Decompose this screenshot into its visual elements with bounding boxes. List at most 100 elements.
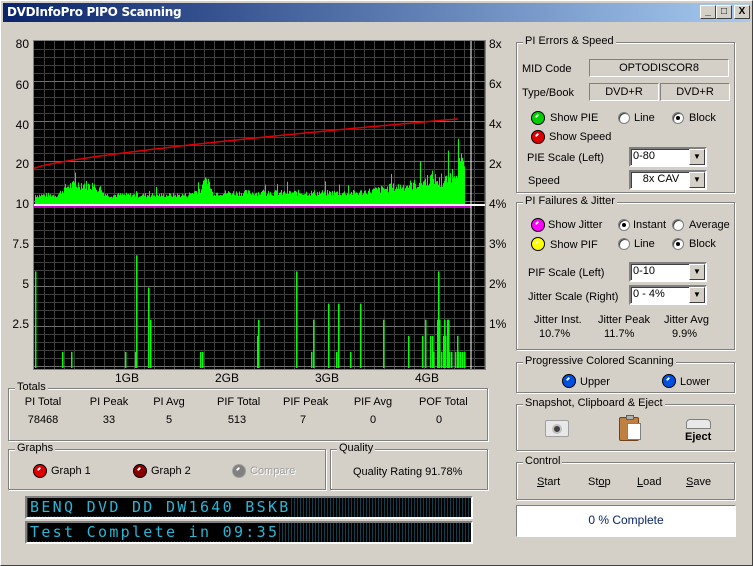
pie-bar (42, 195, 43, 204)
pie-bar (102, 192, 103, 204)
y-right-tick: 1% (489, 317, 507, 331)
pie-block-label[interactable]: Block (689, 112, 716, 124)
pif-line-label[interactable]: Line (634, 238, 655, 250)
pie-bar (307, 195, 308, 204)
pif-scale-select[interactable]: 0-10 ▼ (629, 262, 707, 282)
pif-block-label[interactable]: Block (689, 238, 716, 250)
jitter-average-radio[interactable] (672, 219, 684, 231)
pie-bar (302, 194, 303, 204)
pie-bar (225, 190, 226, 204)
pie-bar (118, 193, 119, 204)
pie-bar (97, 192, 98, 204)
chevron-down-icon[interactable]: ▼ (689, 149, 705, 165)
pie-bar (93, 186, 94, 204)
pie-bar (338, 195, 339, 204)
camera-icon[interactable] (545, 420, 569, 437)
pie-bar (189, 192, 190, 204)
pif-bar (136, 255, 138, 368)
pie-bar (246, 190, 247, 204)
chevron-down-icon[interactable]: ▼ (689, 172, 705, 188)
graph1-label[interactable]: Graph 1 (51, 465, 91, 477)
pie-bar (253, 193, 254, 204)
pif-line-radio[interactable] (618, 238, 630, 250)
jitter-average-label[interactable]: Average (689, 219, 730, 231)
y-right-tick: 3% (489, 237, 507, 251)
pie-bar (177, 193, 178, 204)
lower-label[interactable]: Lower (680, 376, 710, 388)
pie-bar (130, 193, 131, 204)
pie-bar (223, 193, 224, 204)
eject-drive-icon[interactable] (686, 419, 711, 429)
pie-bar (215, 195, 216, 204)
graph2-label[interactable]: Graph 2 (151, 465, 191, 477)
show-jitter-led-icon[interactable] (531, 218, 545, 232)
pie-bar (37, 195, 38, 204)
chevron-down-icon[interactable]: ▼ (689, 264, 705, 280)
lower-led-icon[interactable] (662, 374, 676, 388)
pie-bar (173, 192, 174, 204)
jitter-instant-label[interactable]: Instant (633, 219, 666, 231)
pif-block-radio[interactable] (672, 238, 684, 250)
pif-bar (338, 303, 340, 368)
y-left-tick: 10 (15, 197, 29, 211)
pie-bar (249, 190, 250, 204)
x-tick: 1GB (115, 371, 140, 385)
clipboard-icon[interactable] (619, 415, 641, 441)
save-button[interactable]: Save (686, 476, 711, 488)
lcd-status-text: Test Complete in 09:35 (30, 523, 280, 541)
totals-value: 33 (102, 414, 116, 426)
show-pif-led-icon[interactable] (531, 237, 545, 251)
upper-led-icon[interactable] (562, 374, 576, 388)
pie-bar (348, 185, 349, 204)
pie-bar (60, 190, 61, 204)
pie-bar (373, 188, 374, 204)
pie-bar (380, 192, 381, 204)
show-jitter-label[interactable]: Show Jitter (548, 219, 602, 231)
speed-select[interactable]: 8x CAV ▼ (629, 170, 707, 190)
show-speed-led-icon[interactable] (531, 130, 545, 144)
pie-bar (192, 192, 193, 204)
show-pie-led-icon[interactable] (531, 111, 545, 125)
pie-bar (224, 193, 225, 204)
stop-button[interactable]: Stop (588, 476, 611, 488)
pie-bar (334, 190, 335, 204)
pie-bar (298, 189, 299, 204)
pie-line-label[interactable]: Line (634, 112, 655, 124)
pie-bar (101, 190, 102, 204)
jitter-inst-label: Jitter Inst. (534, 314, 582, 326)
pie-bar (358, 194, 359, 204)
pie-bar (398, 184, 399, 204)
start-button[interactable]: Start (537, 476, 560, 488)
jitter-instant-radio[interactable] (618, 219, 630, 231)
pie-bar (430, 175, 431, 204)
y-left-tick: 20 (15, 157, 29, 171)
pif-bar (148, 287, 150, 368)
show-pif-label[interactable]: Show PIF (550, 239, 598, 251)
graph2-led-icon[interactable] (133, 464, 147, 478)
pie-bar (126, 192, 127, 204)
pie-bar (61, 193, 62, 204)
pie-bar (172, 196, 173, 204)
chevron-down-icon[interactable]: ▼ (689, 287, 705, 303)
show-speed-label[interactable]: Show Speed (549, 131, 611, 143)
pie-bar (326, 195, 327, 204)
pie-block-radio[interactable] (672, 112, 684, 124)
pie-bar (50, 194, 51, 204)
pie-line-radio[interactable] (618, 112, 630, 124)
show-pie-label[interactable]: Show PIE (550, 112, 598, 124)
pie-scale-select[interactable]: 0-80 ▼ (629, 147, 707, 167)
compare-label[interactable]: Compare (250, 465, 295, 477)
eject-button[interactable]: Eject (685, 431, 711, 443)
pie-bar (444, 180, 445, 204)
load-button[interactable]: Load (637, 476, 661, 488)
pie-bar (392, 187, 393, 204)
pie-bar (359, 192, 360, 204)
upper-label[interactable]: Upper (580, 376, 610, 388)
pie-bar (226, 193, 227, 204)
pif-bar (311, 351, 313, 368)
graph1-led-icon[interactable] (33, 464, 47, 478)
compare-led-icon[interactable] (232, 464, 246, 478)
jitter-scale-select[interactable]: 0 - 4% ▼ (629, 285, 707, 305)
pie-bar (139, 196, 140, 204)
totals-header: PIF Peak (283, 396, 329, 408)
